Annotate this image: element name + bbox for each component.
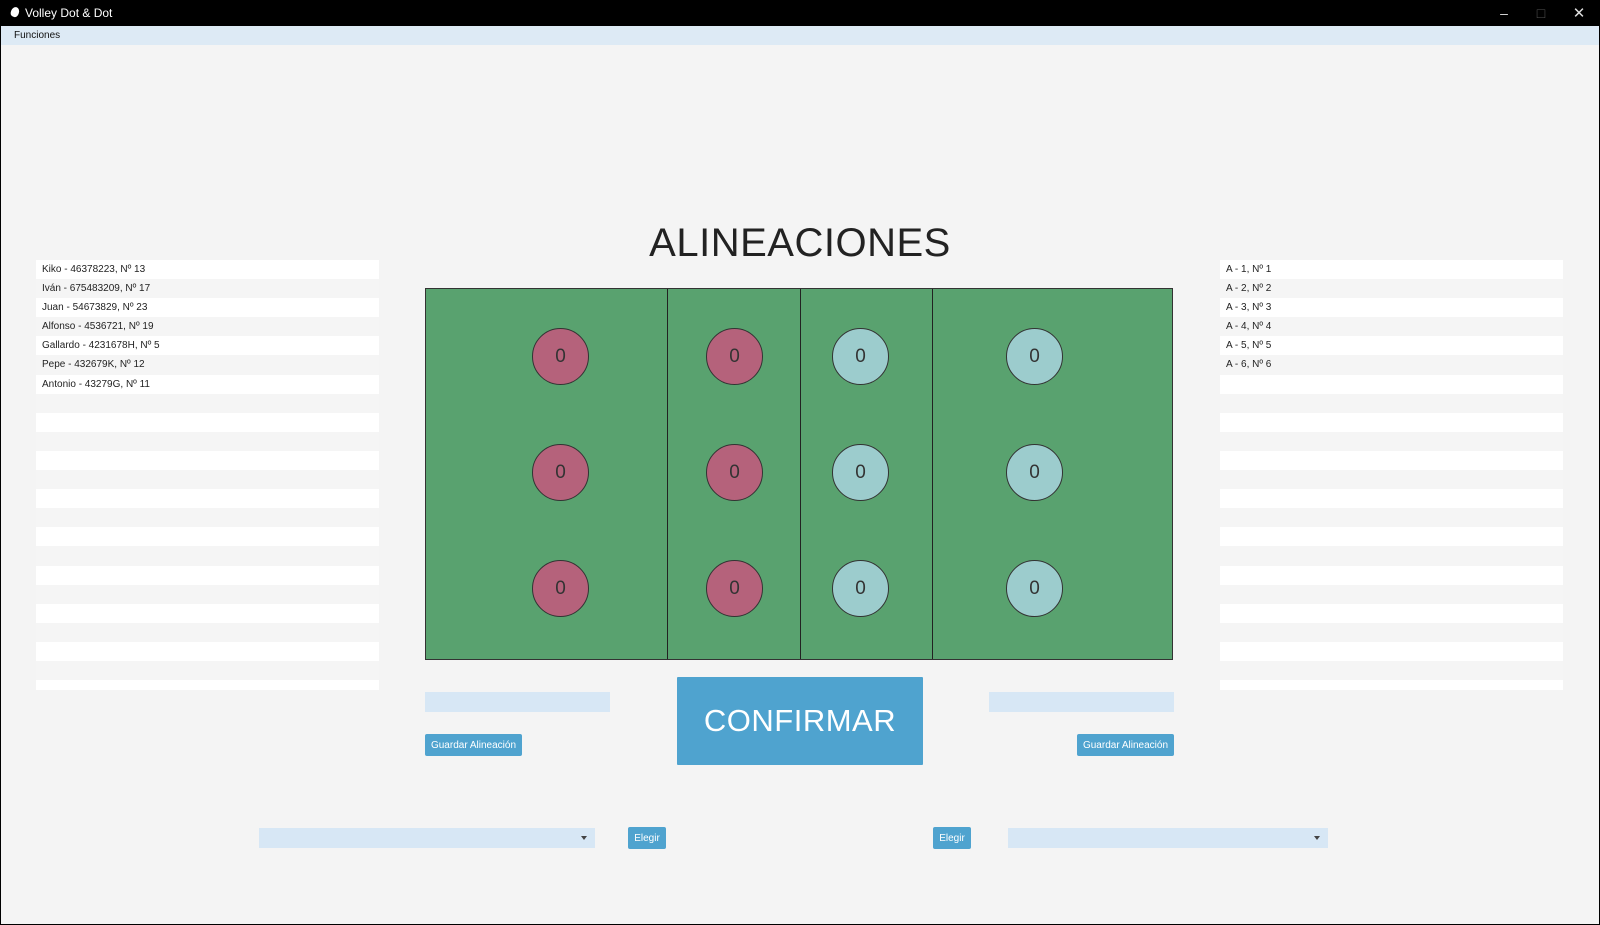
- right-list-item[interactable]: [1220, 642, 1563, 661]
- right-list-item[interactable]: [1220, 604, 1563, 623]
- right-list-item[interactable]: [1220, 489, 1563, 508]
- window-title: Volley Dot & Dot: [25, 6, 113, 20]
- right-list-item[interactable]: [1220, 527, 1563, 546]
- away-player-position[interactable]: 0: [1006, 560, 1063, 617]
- right-list-item[interactable]: [1220, 413, 1563, 432]
- right-list-item[interactable]: [1220, 546, 1563, 566]
- left-list-item[interactable]: [36, 470, 379, 490]
- left-list-item[interactable]: [36, 413, 379, 432]
- away-player-position[interactable]: 0: [832, 328, 889, 385]
- left-choose-button[interactable]: Elegir: [628, 827, 666, 849]
- left-lineup-select[interactable]: [259, 828, 595, 848]
- close-icon[interactable]: ✕: [1556, 0, 1600, 26]
- right-lineup-name-input[interactable]: [989, 692, 1174, 712]
- right-list-item[interactable]: A - 6, Nº 6: [1220, 355, 1563, 375]
- chevron-down-icon: [1314, 836, 1320, 840]
- court-net-line: [800, 289, 801, 659]
- right-list-item[interactable]: [1220, 566, 1563, 585]
- left-list-item[interactable]: [36, 622, 379, 642]
- right-list-item[interactable]: [1220, 431, 1563, 451]
- left-list-item[interactable]: [36, 508, 379, 528]
- chevron-down-icon: [581, 836, 587, 840]
- right-list-item[interactable]: A - 1, Nº 1: [1220, 260, 1563, 279]
- left-list-item[interactable]: [36, 642, 379, 661]
- left-list-item[interactable]: Gallardo - 4231678H, Nº 5: [36, 336, 379, 355]
- left-list-item[interactable]: Alfonso - 4536721, Nº 19: [36, 317, 379, 337]
- right-list-item[interactable]: A - 3, Nº 3: [1220, 298, 1563, 317]
- right-list-item[interactable]: A - 4, Nº 4: [1220, 317, 1563, 337]
- left-list-item[interactable]: Antonio - 43279G, Nº 11: [36, 375, 379, 394]
- right-lineup-select[interactable]: [1008, 828, 1328, 848]
- right-list-item[interactable]: [1220, 508, 1563, 528]
- home-player-position[interactable]: 0: [706, 444, 763, 501]
- home-player-position[interactable]: 0: [532, 444, 589, 501]
- left-list-item[interactable]: [36, 393, 379, 413]
- right-list-item[interactable]: [1220, 470, 1563, 490]
- app-logo-icon: [9, 5, 21, 19]
- right-list-item[interactable]: [1220, 584, 1563, 604]
- away-player-position[interactable]: 0: [1006, 328, 1063, 385]
- right-choose-button[interactable]: Elegir: [933, 827, 971, 849]
- menu-bar: Funciones: [1, 26, 1599, 45]
- confirm-button[interactable]: CONFIRMAR: [677, 677, 923, 765]
- away-player-position[interactable]: 0: [1006, 444, 1063, 501]
- right-team-player-list[interactable]: A - 1, Nº 1A - 2, Nº 2A - 3, Nº 3A - 4, …: [1220, 260, 1563, 690]
- left-list-item[interactable]: Iván - 675483209, Nº 17: [36, 279, 379, 299]
- right-list-item[interactable]: [1220, 680, 1563, 690]
- left-list-item[interactable]: [36, 451, 379, 470]
- left-list-item[interactable]: [36, 527, 379, 546]
- left-team-player-list[interactable]: Kiko - 46378223, Nº 13 Iván - 675483209, …: [36, 260, 379, 690]
- left-list-item[interactable]: [36, 604, 379, 623]
- right-list-item[interactable]: A - 5, Nº 5: [1220, 336, 1563, 355]
- home-player-position[interactable]: 0: [532, 328, 589, 385]
- right-save-lineup-button[interactable]: Guardar Alineación: [1077, 734, 1174, 756]
- title-bar: Volley Dot & Dot – □ ✕: [0, 0, 1600, 26]
- court-attack-line-right: [932, 289, 933, 659]
- left-list-item[interactable]: [36, 584, 379, 604]
- left-list-item[interactable]: [36, 489, 379, 508]
- court-attack-line-left: [667, 289, 668, 659]
- right-list-item[interactable]: [1220, 622, 1563, 642]
- left-list-item[interactable]: Kiko - 46378223, Nº 13: [36, 260, 379, 279]
- left-list-item[interactable]: [36, 546, 379, 566]
- home-player-position[interactable]: 0: [706, 328, 763, 385]
- menu-funciones[interactable]: Funciones: [14, 30, 60, 41]
- left-list-item[interactable]: Juan - 54673829, Nº 23: [36, 298, 379, 317]
- left-list-item[interactable]: [36, 566, 379, 585]
- left-list-item[interactable]: [36, 660, 379, 681]
- volleyball-court: 0 0 0 0 0 0 0 0 0 0 0 0: [425, 288, 1173, 660]
- away-player-position[interactable]: 0: [832, 560, 889, 617]
- right-list-item[interactable]: [1220, 660, 1563, 681]
- left-list-item[interactable]: Pepe - 432679K, Nº 12: [36, 355, 379, 375]
- away-player-position[interactable]: 0: [832, 444, 889, 501]
- home-player-position[interactable]: 0: [706, 560, 763, 617]
- left-save-lineup-button[interactable]: Guardar Alineación: [425, 734, 522, 756]
- right-list-item[interactable]: A - 2, Nº 2: [1220, 279, 1563, 299]
- left-list-item[interactable]: [36, 431, 379, 451]
- home-player-position[interactable]: 0: [532, 560, 589, 617]
- right-list-item[interactable]: [1220, 451, 1563, 470]
- app-window: Funciones ALINEACIONES Kiko - 46378223, …: [1, 26, 1599, 924]
- right-list-item[interactable]: [1220, 375, 1563, 394]
- left-list-item[interactable]: [36, 680, 379, 690]
- right-list-item[interactable]: [1220, 393, 1563, 413]
- left-lineup-name-input[interactable]: [425, 692, 610, 712]
